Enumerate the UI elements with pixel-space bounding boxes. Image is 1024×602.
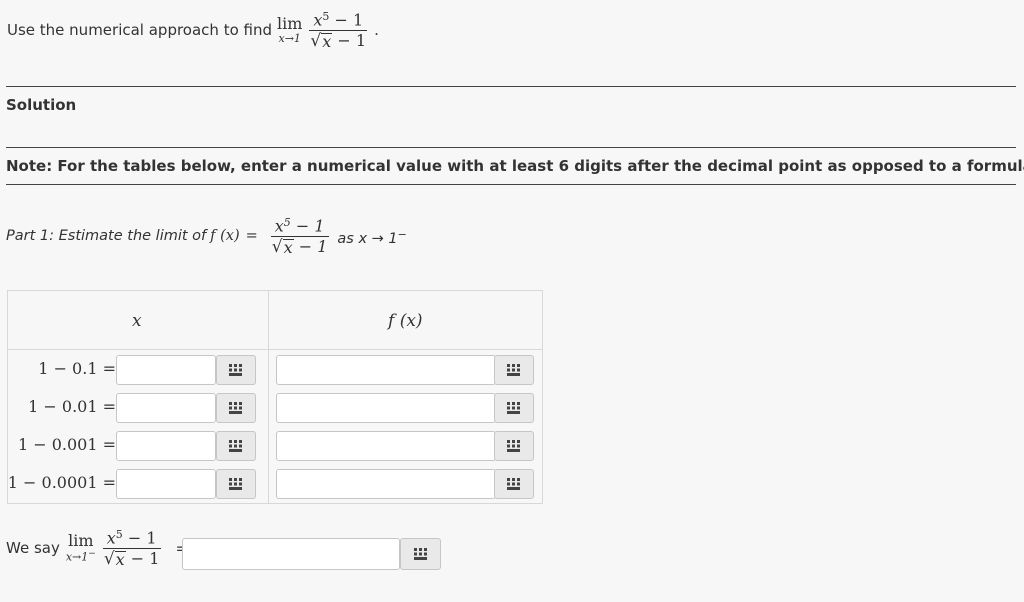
question-prompt: Use the numerical approach to find lim x… (7, 10, 379, 52)
limit-fraction: x5 − 1 √ x − 1 (309, 10, 368, 52)
keypad-icon (229, 440, 242, 452)
keypad-icon (507, 364, 520, 376)
keypad-icon (413, 548, 427, 560)
row-label: 1 − 0.01 = (28, 397, 116, 416)
part1-prompt: Part 1: Estimate the limit of f (x) = x5… (6, 216, 407, 258)
limit-answer-input[interactable] (182, 538, 400, 570)
x-value-input[interactable] (116, 469, 216, 499)
keypad-button[interactable] (494, 355, 534, 385)
prompt-text: Use the numerical approach to find (7, 21, 273, 40)
keypad-icon (507, 440, 520, 452)
x-value-input[interactable] (116, 393, 216, 423)
function-fraction: x5 − 1 √ x − 1 (270, 216, 329, 258)
values-table: x f (x) 1 − 0.1 = 1 − 0.01 = 1 − 0.001 =… (7, 290, 543, 504)
row-label: 1 − 0.001 = (17, 435, 116, 454)
table-row: 1 − 0.01 = (8, 389, 542, 427)
table-row: 1 − 0.1 = (8, 351, 542, 389)
fx-value-input[interactable] (276, 393, 496, 423)
column-header-fx: f (x) (388, 311, 423, 331)
solution-heading: Solution (6, 96, 77, 114)
row-label: 1 − 0.1 = (38, 359, 116, 378)
keypad-button[interactable] (494, 431, 534, 461)
keypad-icon (507, 478, 520, 490)
instruction-note: Note: For the tables below, enter a nume… (6, 157, 1024, 175)
divider (6, 147, 1016, 148)
keypad-button[interactable] (400, 538, 441, 570)
x-value-input[interactable] (116, 431, 216, 461)
row-label: 1 − 0.0001 = (7, 473, 116, 492)
table-row: 1 − 0.001 = (8, 427, 542, 465)
keypad-icon (229, 364, 242, 376)
divider (6, 184, 1016, 185)
fx-value-input[interactable] (276, 355, 496, 385)
conclusion-statement: We say lim x→1− x5 − 1 √x − 1 = (6, 528, 197, 569)
keypad-button[interactable] (216, 393, 256, 423)
column-header-x: x (132, 311, 142, 331)
keypad-button[interactable] (494, 469, 534, 499)
limit-operator: lim x→1− (65, 531, 96, 564)
limit-fraction: x5 − 1 √ x − 1 (102, 528, 161, 570)
keypad-button[interactable] (216, 469, 256, 499)
limit-operator: lim x→1 (277, 13, 303, 45)
x-value-input[interactable] (116, 355, 216, 385)
keypad-icon (229, 402, 242, 414)
keypad-button[interactable] (216, 355, 256, 385)
keypad-button[interactable] (494, 393, 534, 423)
divider (6, 86, 1016, 87)
table-row: 1 − 0.0001 = (8, 465, 542, 503)
keypad-button[interactable] (216, 431, 256, 461)
fx-value-input[interactable] (276, 431, 496, 461)
fx-value-input[interactable] (276, 469, 496, 499)
keypad-icon (507, 402, 520, 414)
keypad-icon (229, 478, 242, 490)
